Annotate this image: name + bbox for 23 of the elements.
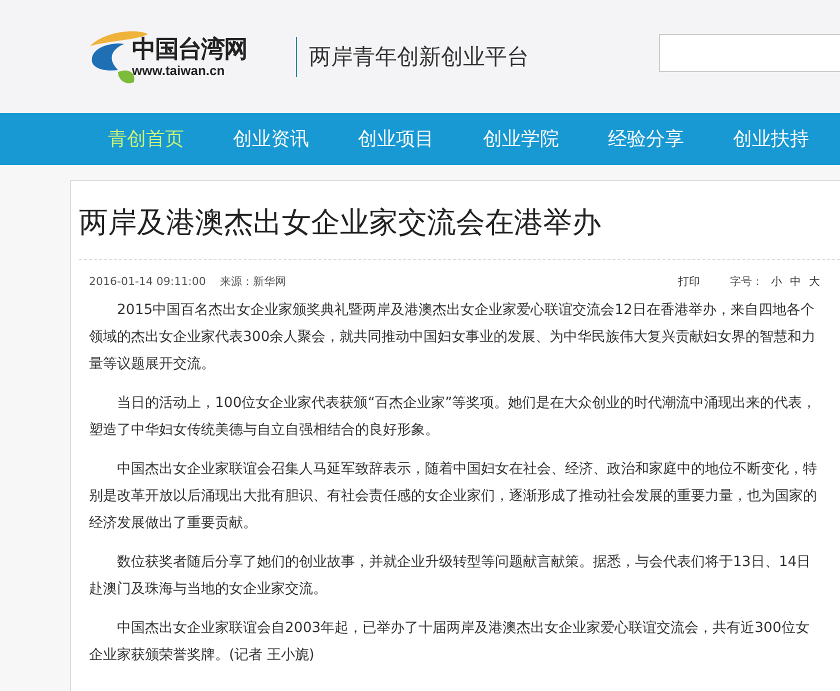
article-paragraph: 中国杰出女企业家联谊会召集人马延军致辞表示，随着中国妇女在社会、经济、政治和家庭中的地位不断变化，特别是改革开放以后涌现出大批有胆识、有社会责任感的女企业家们，逐渐形成了推动社会发展的重要力量，也为国家的经济发展做出了重要贡献。 [89, 460, 818, 533]
article-date: 2016-01-14 09:11:00 [89, 275, 206, 288]
nav-tab[interactable]: 经验分享 [608, 126, 689, 152]
logo-name: 中国台湾网 [132, 35, 247, 63]
nav-tab[interactable]: 创业项目 [358, 126, 439, 152]
article-paragraph: 数位获奖者随后分享了她们的创业故事，并就企业升级转型等问题献言献策。据悉，与会代表们将于13日、14日赴澳门及珠海与当地的女企业家交流。 [89, 553, 812, 599]
print-link[interactable]: 打印 [678, 274, 700, 289]
search-field[interactable] [659, 34, 840, 72]
article-paragraph: 当日的活动上，100位女企业家代表获颁“百杰企业家”等奖项。她们是在大众创业的时代潮流中涌现出来的代表，塑造了中华妇女传统美德与自立自强相结合的良好形象。 [89, 394, 818, 440]
logo-url: www.taiwan.cn [132, 63, 226, 78]
nav-tab[interactable]: 创业资讯 [233, 126, 314, 152]
article-paragraph: 2015中国百名杰出女企业家颁奖典礼暨两岸及港澳杰出女企业家爱心联谊交流会12日在香港举办，来自四地各个领域的杰出女企业家代表300余人聚会，就共同推动中国妇女事业的发展、为中华民族伟大复兴贡献妇女界的智慧和力量等议题展开交流。 [89, 301, 817, 374]
font-size-link[interactable]: 中 [790, 274, 801, 289]
nav-tab[interactable]: 青创首页 [108, 126, 189, 152]
article-title: 两岸及港澳杰出女企业家交流会在港举办 [79, 181, 840, 260]
font-size-label: 字号： [730, 274, 763, 289]
nav-tab[interactable]: 创业扶持 [733, 126, 814, 152]
nav-tab[interactable]: 创业学院 [483, 126, 564, 152]
article-paragraph: 中国杰出女企业家联谊会自2003年起，已举办了十届两岸及港澳杰出女企业家爱心联谊交流会，共有近300位女企业家获颁荣誉奖牌。(记者 王小旎) [89, 619, 810, 665]
article-source: 来源：新华网 [220, 274, 286, 289]
site-slogan: 两岸青年创新创业平台 [309, 44, 529, 72]
font-size-link[interactable]: 大 [809, 274, 820, 289]
font-size-link[interactable]: 小 [771, 274, 782, 289]
